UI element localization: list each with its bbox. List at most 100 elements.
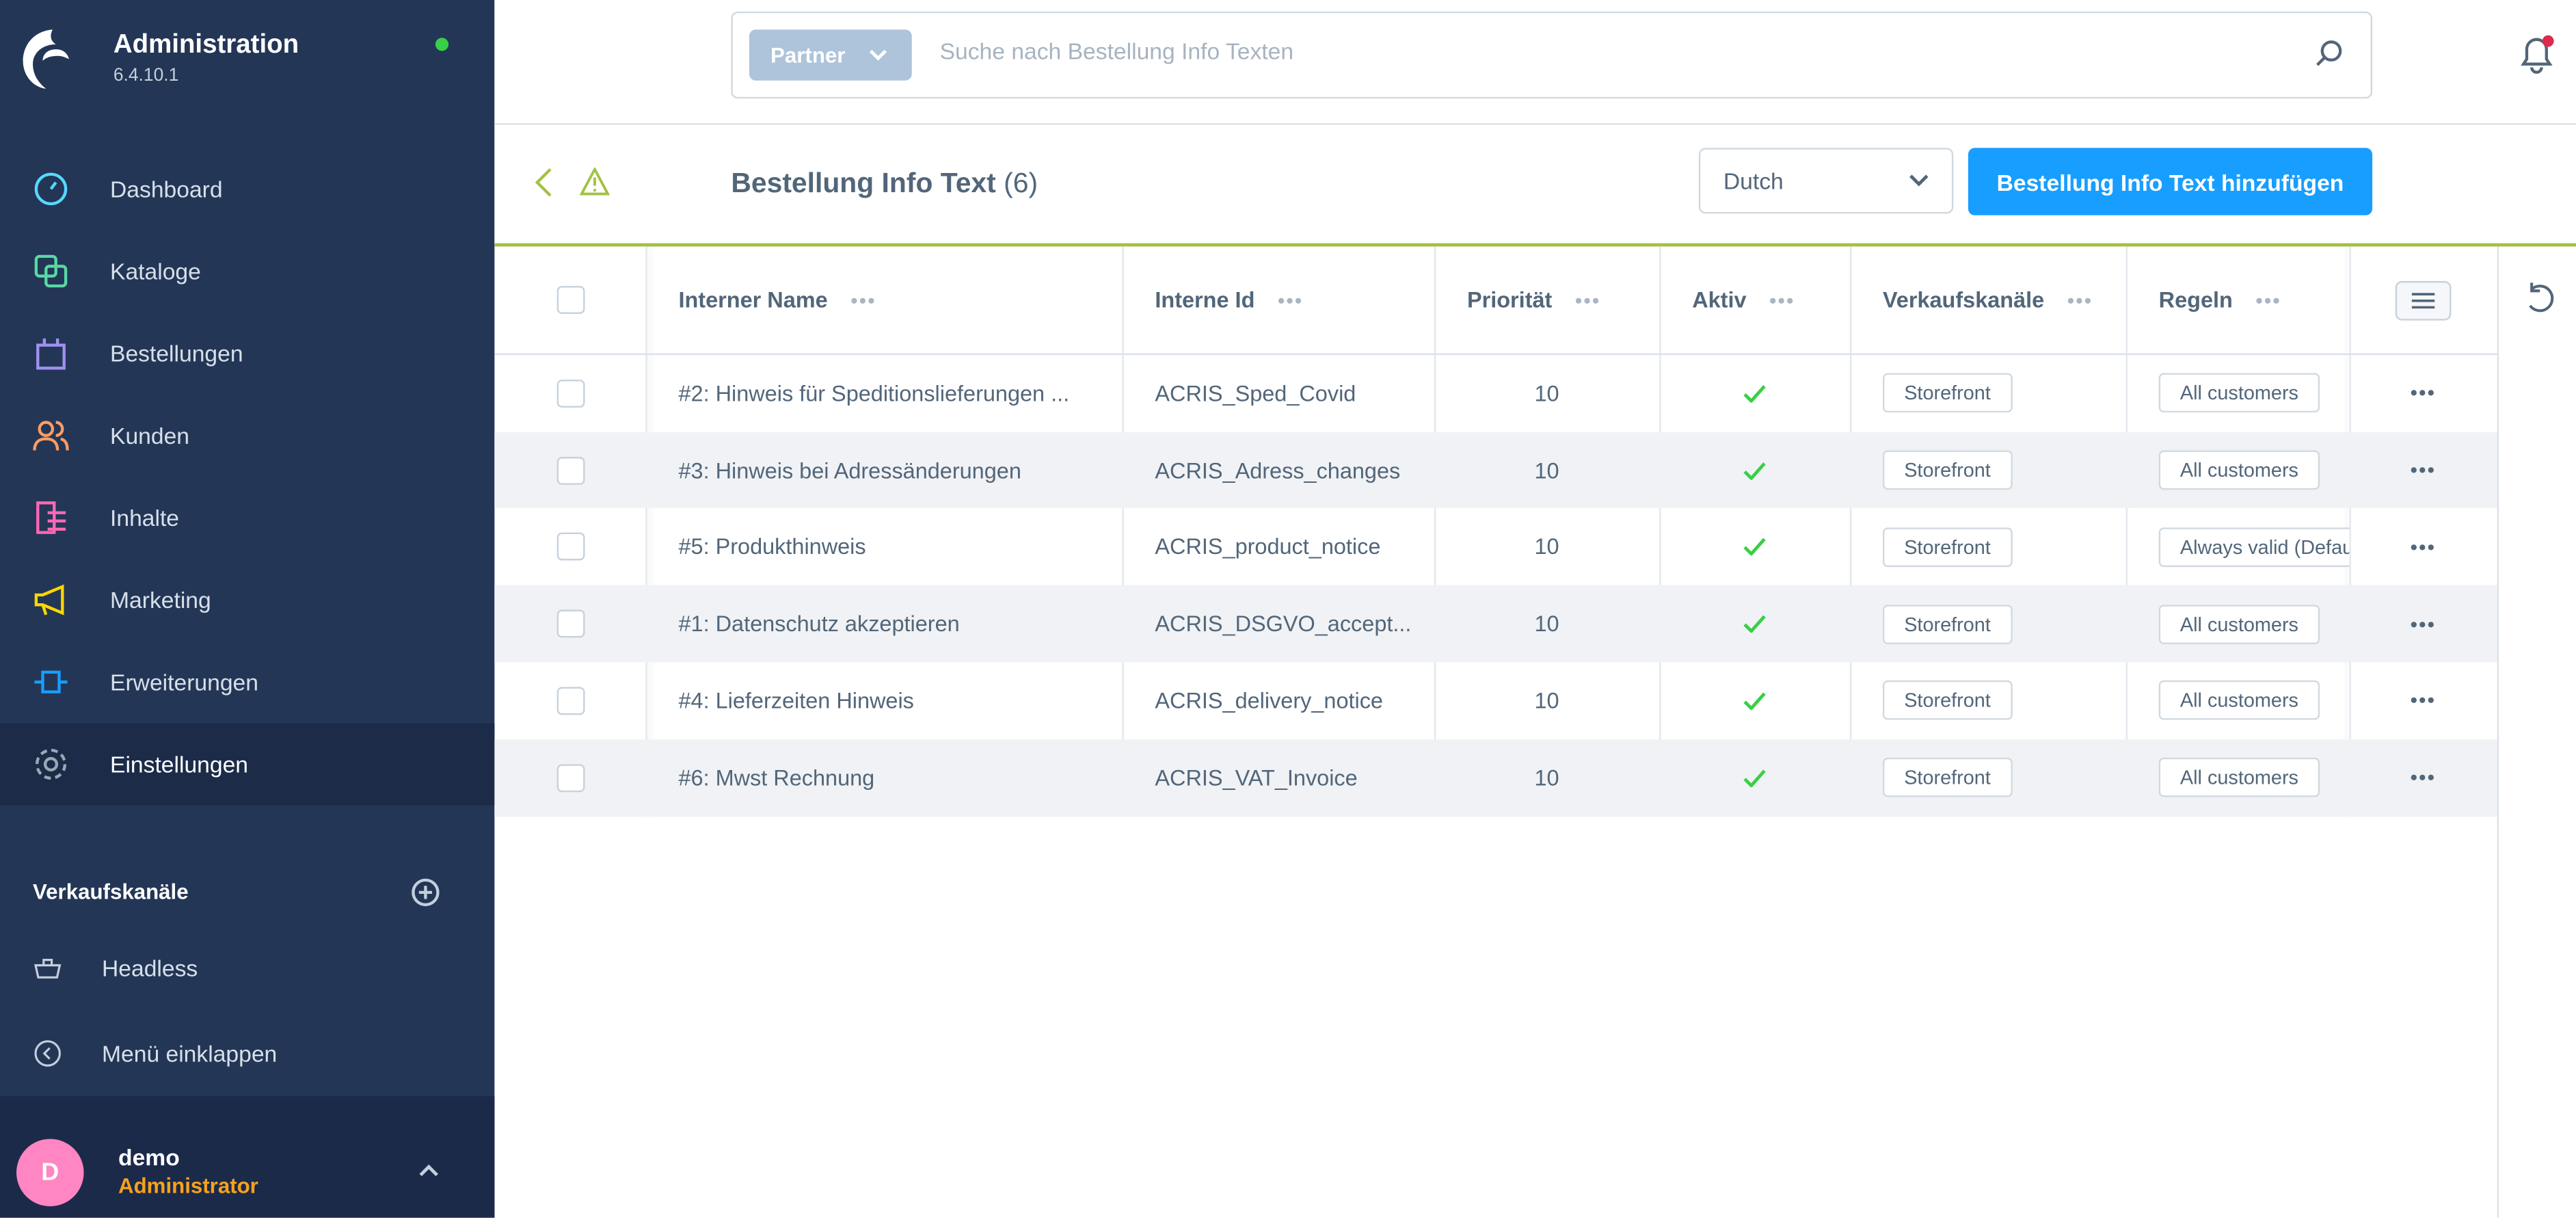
table-row[interactable]: #3: Hinweis bei Adressänderungen ACRIS_Ad… [494, 432, 2497, 509]
column-header[interactable]: Interne Id ••• [1122, 246, 1434, 353]
sidebar-item-inhalte[interactable]: Inhalte [0, 477, 494, 559]
id-cell: ACRIS_product_notice [1122, 509, 1434, 585]
select-all-cell[interactable] [494, 246, 645, 353]
add-info-text-button[interactable]: Bestellung Info Text hinzufügen [1968, 148, 2373, 215]
name-cell[interactable]: #1: Datenschutz akzeptieren [645, 585, 1122, 662]
id-cell: ACRIS_VAT_Invoice [1122, 739, 1434, 816]
more-actions-icon[interactable]: ••• [2411, 459, 2437, 482]
priority-cell: 10 [1434, 509, 1659, 585]
refresh-icon[interactable] [2523, 281, 2556, 317]
search-scope-dropdown[interactable]: Partner [749, 29, 912, 81]
name-cell[interactable]: #6: Mwst Rechnung [645, 739, 1122, 816]
actions-cell[interactable]: ••• [2349, 355, 2497, 432]
rules-cell: All customers [2126, 663, 2350, 739]
sidebar-item-erweiterungen[interactable]: Erweiterungen [0, 641, 494, 723]
sidebar-item-dashboard[interactable]: Dashboard [0, 148, 494, 230]
column-menu-icon[interactable]: ••• [850, 289, 876, 312]
collapse-menu-button[interactable]: Menü einklappen [0, 1012, 494, 1094]
menu-icon [2411, 292, 2435, 308]
actions-cell[interactable]: ••• [2349, 663, 2497, 739]
actions-cell[interactable]: ••• [2349, 585, 2497, 662]
sales-channel-label: Headless [101, 955, 198, 981]
select-cell[interactable] [494, 509, 645, 585]
column-header[interactable]: Interner Name ••• [645, 246, 1122, 353]
table-row[interactable]: #1: Datenschutz akzeptieren ACRIS_DSGVO_a… [494, 585, 2497, 663]
rule-tag: Always valid (Default) [2158, 527, 2350, 567]
select-cell[interactable] [494, 432, 645, 509]
more-actions-icon[interactable]: ••• [2411, 535, 2437, 559]
search-icon[interactable] [2315, 40, 2344, 69]
column-header[interactable]: Priorität ••• [1434, 246, 1659, 353]
sidebar-item-einstellungen[interactable]: Einstellungen [0, 723, 495, 806]
user-menu[interactable]: D demo Administrator [0, 1096, 495, 1218]
sidebar-item-kataloge[interactable]: Kataloge [0, 230, 494, 312]
sidebar-item-kunden[interactable]: Kunden [0, 395, 494, 477]
more-actions-icon[interactable]: ••• [2411, 767, 2437, 790]
chevron-up-icon[interactable] [419, 1163, 439, 1176]
name-cell[interactable]: #2: Hinweis für Speditionslieferungen ..… [645, 355, 1122, 432]
search-input[interactable] [936, 36, 2257, 66]
priority: 10 [1534, 458, 1559, 483]
row-checkbox[interactable] [556, 379, 585, 408]
column-header[interactable]: Aktiv ••• [1659, 246, 1850, 353]
column-menu-icon[interactable]: ••• [1575, 289, 1601, 312]
name-cell[interactable]: #3: Hinweis bei Adressänderungen [645, 432, 1122, 509]
more-actions-icon[interactable]: ••• [2411, 613, 2437, 636]
priority-cell: 10 [1434, 739, 1659, 816]
select-cell[interactable] [494, 663, 645, 739]
add-circle-icon[interactable] [411, 877, 440, 907]
check-icon [1743, 384, 1766, 403]
select-cell[interactable] [494, 585, 645, 662]
row-checkbox[interactable] [556, 456, 585, 484]
select-cell[interactable] [494, 739, 645, 816]
status-indicator [435, 38, 449, 51]
column-menu-icon[interactable]: ••• [2255, 289, 2281, 312]
back-chevron-icon[interactable] [534, 168, 554, 197]
select-cell[interactable] [494, 355, 645, 432]
table-header: Interner Name ••• Interne Id ••• Priorität ••… [494, 246, 2497, 356]
bell-icon[interactable] [2515, 33, 2558, 75]
basket-icon [34, 959, 62, 979]
select-all-checkbox[interactable] [556, 286, 585, 314]
table-row[interactable]: #2: Hinweis für Speditionslieferungen ..… [494, 355, 2497, 432]
name-cell[interactable]: #5: Produkthinweis [645, 509, 1122, 585]
chevron-down-icon [1909, 174, 1929, 187]
sidebar-item-label: Inhalte [110, 504, 180, 531]
column-menu-icon[interactable]: ••• [1278, 289, 1304, 312]
column-menu-icon[interactable]: ••• [1769, 289, 1795, 312]
actions-cell[interactable]: ••• [2349, 509, 2497, 585]
table-row[interactable]: #6: Mwst Rechnung ACRIS_VAT_Invoice 10 Stor… [494, 739, 2497, 817]
sidebar-item-marketing[interactable]: Marketing [0, 559, 494, 641]
column-label: Priorität [1466, 287, 1553, 313]
sales-channel-tag: Storefront [1882, 681, 2013, 721]
column-menu-icon[interactable]: ••• [2067, 289, 2093, 312]
rules-cell: All customers [2126, 585, 2350, 662]
column-settings-cell[interactable] [2349, 246, 2497, 353]
name-cell[interactable]: #4: Lieferzeiten Hinweis [645, 663, 1122, 739]
language-switch[interactable]: Dutch [1698, 148, 1954, 214]
priority: 10 [1534, 611, 1559, 637]
row-checkbox[interactable] [556, 610, 585, 638]
sidebar-item-bestellungen[interactable]: Bestellungen [0, 313, 494, 395]
column-settings-button[interactable] [2395, 280, 2452, 320]
sales-channel-tag: Storefront [1882, 604, 2013, 644]
actions-cell[interactable]: ••• [2349, 739, 2497, 816]
row-checkbox[interactable] [556, 763, 585, 792]
check-icon [1743, 615, 1766, 633]
row-checkbox[interactable] [556, 533, 585, 561]
table-row[interactable]: #5: Produkthinweis ACRIS_product_notice 10… [494, 509, 2497, 585]
more-actions-icon[interactable]: ••• [2411, 382, 2437, 405]
rules-cell: All customers [2126, 739, 2350, 816]
rules-cell: All customers [2126, 432, 2350, 509]
row-checkbox[interactable] [556, 687, 585, 715]
sales-channel-headless[interactable]: Headless [0, 927, 494, 1009]
table-row[interactable]: #4: Lieferzeiten Hinweis ACRIS_delivery_n… [494, 663, 2497, 739]
actions-cell[interactable]: ••• [2349, 432, 2497, 509]
priority-cell: 10 [1434, 663, 1659, 739]
column-header[interactable]: Regeln ••• [2126, 246, 2350, 353]
column-header[interactable]: Verkaufskanäle ••• [1850, 246, 2126, 353]
priority: 10 [1534, 381, 1559, 406]
shopware-logo[interactable] [20, 26, 76, 92]
more-actions-icon[interactable]: ••• [2411, 689, 2437, 713]
active-cell [1659, 585, 1850, 662]
